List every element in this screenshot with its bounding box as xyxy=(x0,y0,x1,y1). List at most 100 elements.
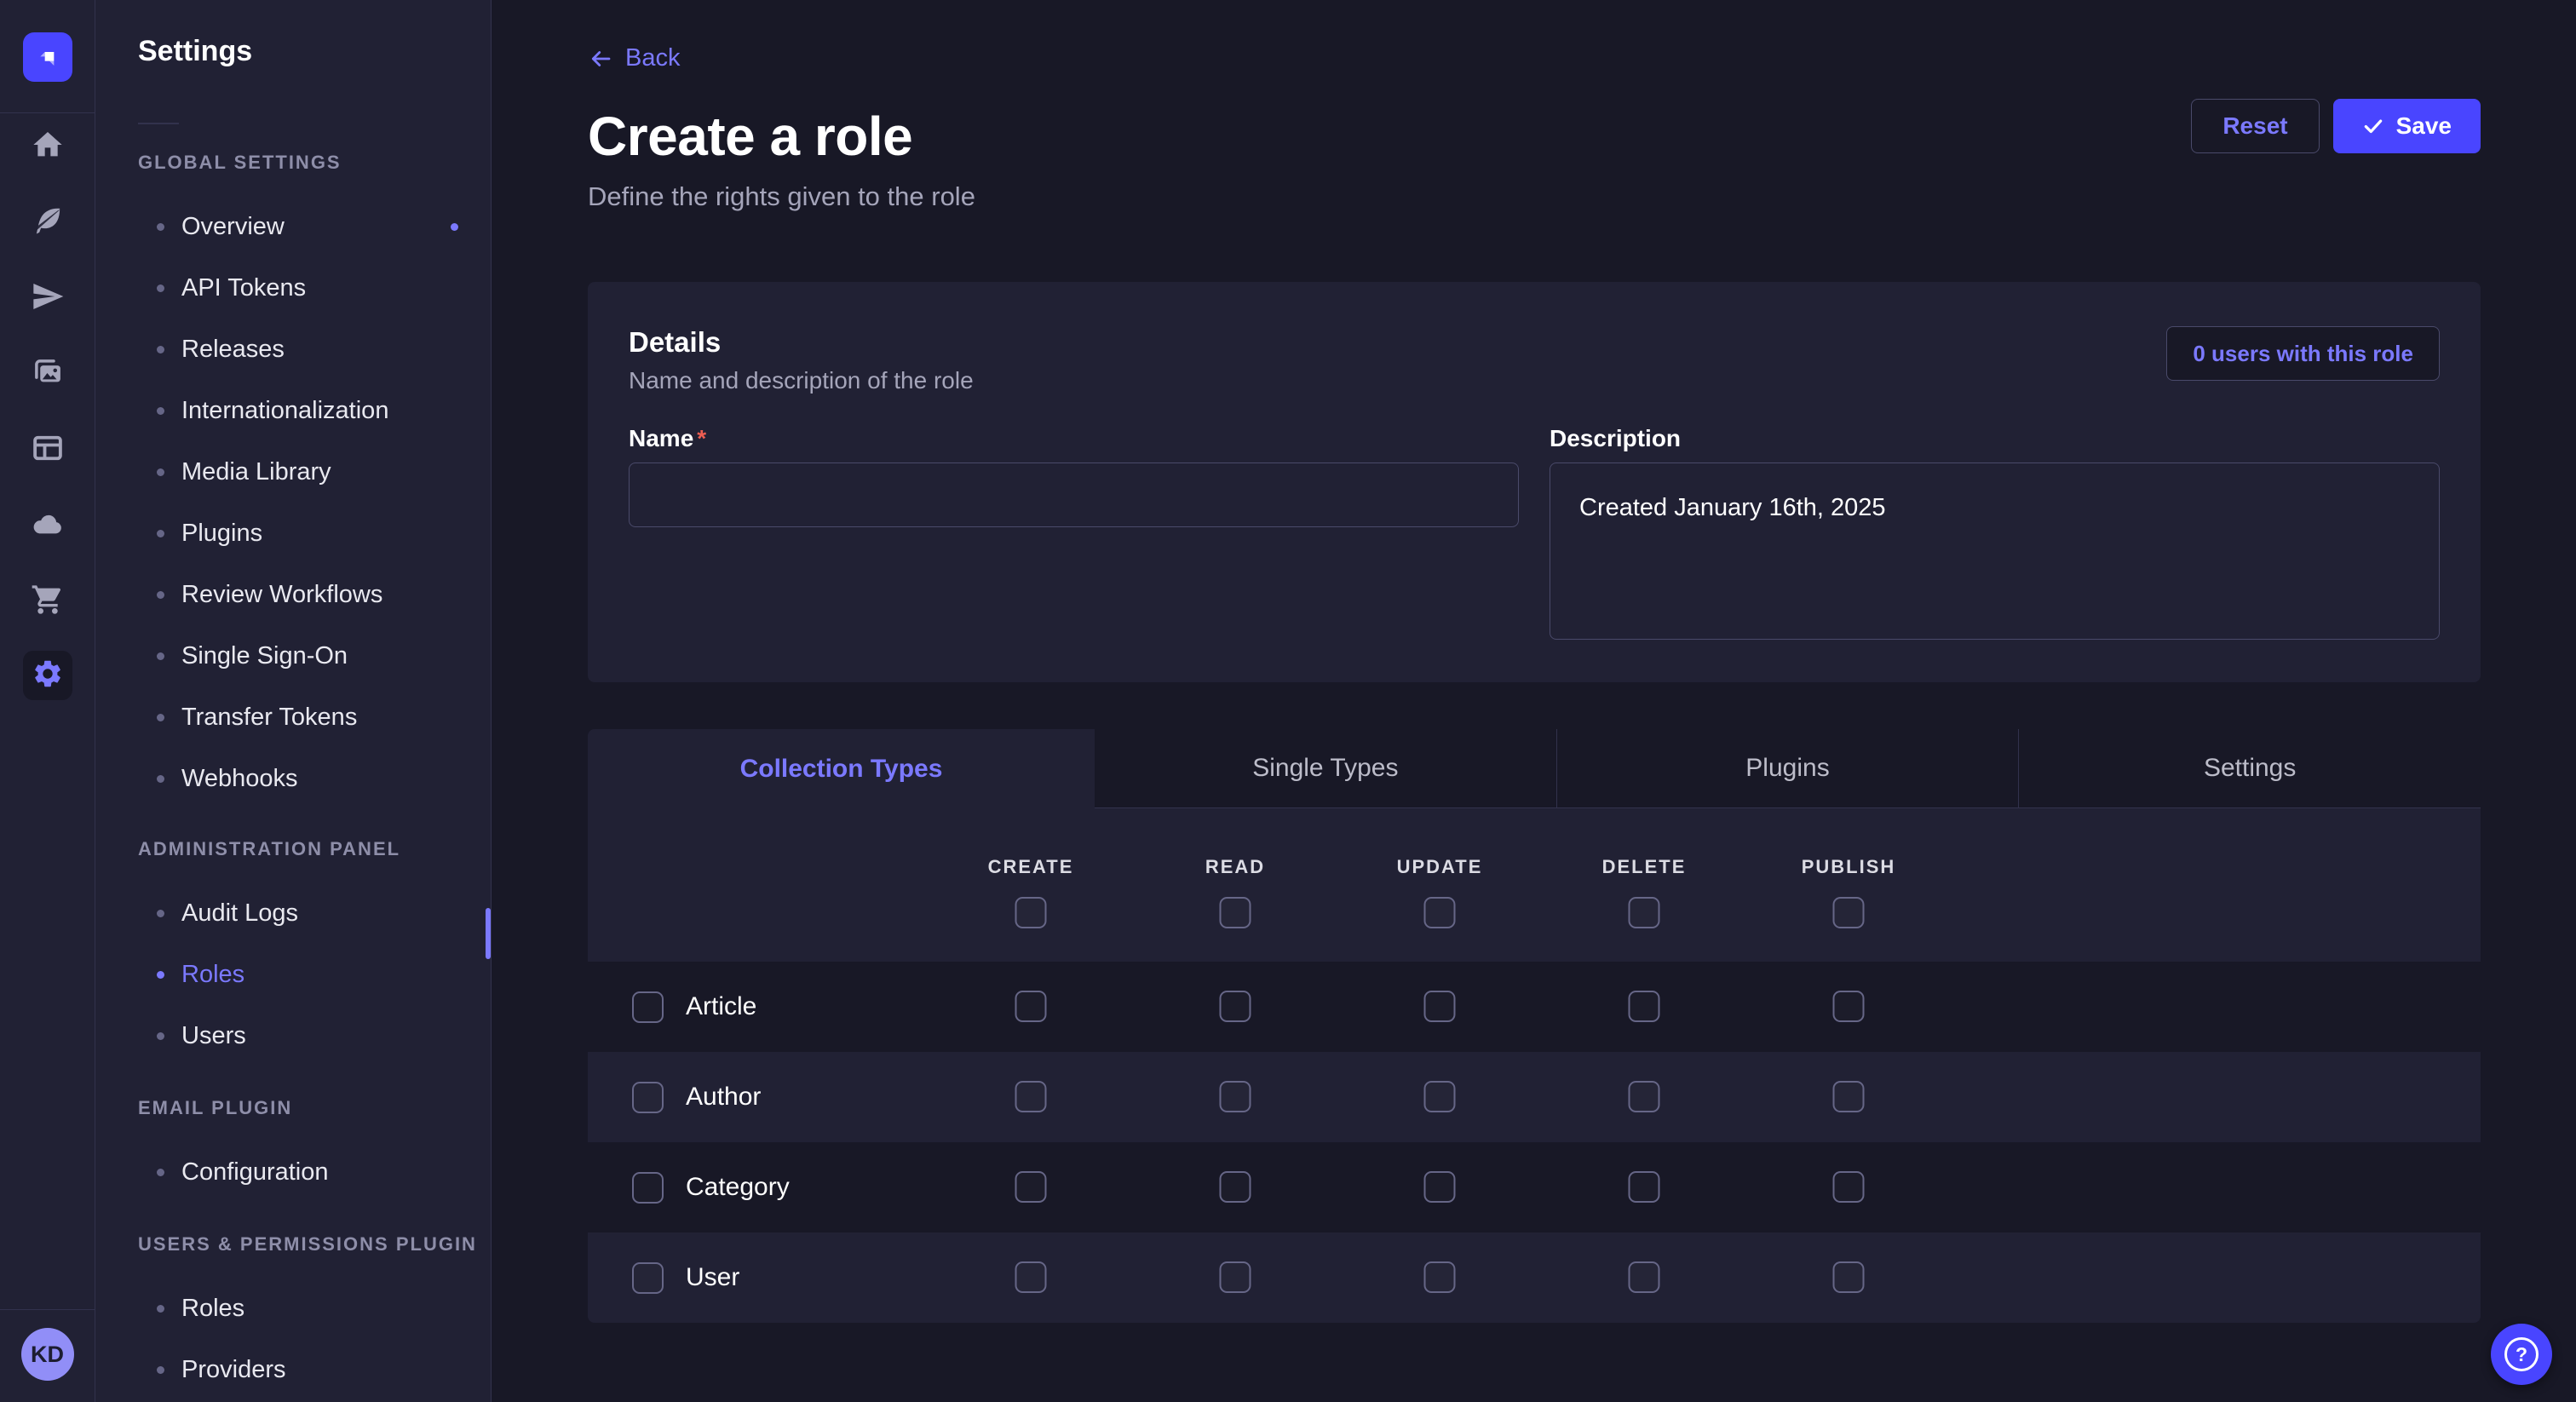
bullet-icon xyxy=(157,1169,164,1176)
author-read-checkbox[interactable] xyxy=(1220,1081,1251,1112)
name-input[interactable] xyxy=(629,463,1519,527)
sidebar-item-label: Overview xyxy=(181,213,285,241)
sidebar-item-transfer-tokens[interactable]: Transfer Tokens xyxy=(95,687,491,748)
sidebar-item-configuration[interactable]: Configuration xyxy=(95,1141,491,1203)
sidebar-item-api-tokens[interactable]: API Tokens xyxy=(95,257,491,319)
tab-plugins[interactable]: Plugins xyxy=(1556,729,2019,808)
user-delete-checkbox[interactable] xyxy=(1629,1261,1660,1293)
cloud-icon[interactable] xyxy=(30,506,66,542)
tab-settings[interactable]: Settings xyxy=(2018,729,2481,808)
marketplace-cart-icon[interactable] xyxy=(30,582,66,618)
bullet-icon xyxy=(157,971,164,979)
bullet-icon xyxy=(157,407,164,415)
user-publish-checkbox[interactable] xyxy=(1833,1261,1865,1293)
sidebar-item-releases[interactable]: Releases xyxy=(95,319,491,380)
select-all-create-checkbox[interactable] xyxy=(1015,897,1047,928)
sidebar-item-internationalization[interactable]: Internationalization xyxy=(95,380,491,441)
sidebar-item-webhooks[interactable]: Webhooks xyxy=(95,748,491,809)
bullet-icon xyxy=(157,1366,164,1374)
row-select-checkbox[interactable] xyxy=(632,991,664,1023)
main-content: Back Create a role Define the rights giv… xyxy=(492,0,2576,1402)
sidebar-item-label: Review Workflows xyxy=(181,581,382,609)
sidebar-item-overview[interactable]: Overview xyxy=(95,196,491,257)
table-row-user: User xyxy=(588,1232,2481,1323)
sidebar-item-label: Webhooks xyxy=(181,765,298,793)
row-select-checkbox[interactable] xyxy=(632,1172,664,1204)
section-header-administration-panel: ADMINISTRATION PANEL xyxy=(138,838,491,860)
article-read-checkbox[interactable] xyxy=(1220,991,1251,1022)
row-label: Author xyxy=(686,1083,761,1112)
sidebar-item-label: Releases xyxy=(181,336,285,364)
arrow-left-icon xyxy=(588,46,613,72)
column-header-delete: DELETE xyxy=(1602,856,1687,878)
row-label: User xyxy=(686,1263,739,1292)
tab-single-types[interactable]: Single Types xyxy=(1095,729,1556,808)
permissions-tabs: Collection Types Single Types Plugins Se… xyxy=(588,729,2481,808)
sidebar-item-roles-active[interactable]: Roles xyxy=(95,944,491,1005)
select-all-read-checkbox[interactable] xyxy=(1220,897,1251,928)
sidebar-item-audit-logs[interactable]: Audit Logs xyxy=(95,882,491,944)
users-with-role-badge[interactable]: 0 users with this role xyxy=(2166,326,2440,381)
back-link[interactable]: Back xyxy=(588,0,680,72)
row-label: Category xyxy=(686,1173,790,1202)
sidebar-item-single-sign-on[interactable]: Single Sign-On xyxy=(95,625,491,687)
user-read-checkbox[interactable] xyxy=(1220,1261,1251,1293)
bullet-icon xyxy=(157,223,164,231)
details-title: Details xyxy=(629,326,974,359)
author-update-checkbox[interactable] xyxy=(1424,1081,1456,1112)
user-create-checkbox[interactable] xyxy=(1015,1261,1047,1293)
select-all-delete-checkbox[interactable] xyxy=(1629,897,1660,928)
sidebar-item-label: Media Library xyxy=(181,458,331,486)
releases-send-icon[interactable] xyxy=(30,279,66,314)
sidebar-item-review-workflows[interactable]: Review Workflows xyxy=(95,564,491,625)
user-avatar[interactable]: KD xyxy=(21,1328,74,1381)
reset-button[interactable]: Reset xyxy=(2191,99,2319,153)
sidebar-item-users[interactable]: Users xyxy=(95,1005,491,1066)
bullet-icon xyxy=(157,284,164,292)
article-update-checkbox[interactable] xyxy=(1424,991,1456,1022)
description-textarea[interactable]: Created January 16th, 2025 xyxy=(1550,463,2440,640)
row-select-checkbox[interactable] xyxy=(632,1262,664,1294)
details-card: Details Name and description of the role… xyxy=(588,282,2481,682)
permissions-table-header: CREATE READ UPDATE DELETE PUBLISH xyxy=(588,808,2481,962)
article-publish-checkbox[interactable] xyxy=(1833,991,1865,1022)
sidebar-item-label: Transfer Tokens xyxy=(181,704,357,732)
strapi-logo[interactable] xyxy=(23,32,72,82)
author-create-checkbox[interactable] xyxy=(1015,1081,1047,1112)
sidebar-scrollbar-thumb[interactable] xyxy=(486,908,491,959)
user-update-checkbox[interactable] xyxy=(1424,1261,1456,1293)
sidebar-item-providers[interactable]: Providers xyxy=(95,1339,491,1400)
author-publish-checkbox[interactable] xyxy=(1833,1081,1865,1112)
select-all-update-checkbox[interactable] xyxy=(1424,897,1456,928)
section-header-users-permissions-plugin: USERS & PERMISSIONS PLUGIN xyxy=(138,1233,491,1255)
column-header-create: CREATE xyxy=(988,856,1074,878)
save-button[interactable]: Save xyxy=(2333,99,2481,153)
sidebar-item-label: Single Sign-On xyxy=(181,642,348,670)
category-read-checkbox[interactable] xyxy=(1220,1171,1251,1203)
article-create-checkbox[interactable] xyxy=(1015,991,1047,1022)
select-all-publish-checkbox[interactable] xyxy=(1833,897,1865,928)
category-create-checkbox[interactable] xyxy=(1015,1171,1047,1203)
section-header-email-plugin: EMAIL PLUGIN xyxy=(138,1097,491,1119)
home-icon[interactable] xyxy=(30,127,66,163)
media-library-icon[interactable] xyxy=(30,354,66,390)
category-update-checkbox[interactable] xyxy=(1424,1171,1456,1203)
row-select-checkbox[interactable] xyxy=(632,1082,664,1113)
settings-nav-item[interactable] xyxy=(23,651,72,700)
help-button[interactable]: ? xyxy=(2491,1324,2552,1385)
author-delete-checkbox[interactable] xyxy=(1629,1081,1660,1112)
sidebar-item-label: Internationalization xyxy=(181,397,388,425)
sidebar-title: Settings xyxy=(138,34,491,68)
content-type-builder-icon[interactable] xyxy=(30,430,66,466)
bullet-icon xyxy=(157,1032,164,1040)
sidebar-item-media-library[interactable]: Media Library xyxy=(95,441,491,503)
sidebar-item-up-roles[interactable]: Roles xyxy=(95,1278,491,1339)
category-delete-checkbox[interactable] xyxy=(1629,1171,1660,1203)
article-delete-checkbox[interactable] xyxy=(1629,991,1660,1022)
content-manager-icon[interactable] xyxy=(30,203,66,238)
tab-collection-types[interactable]: Collection Types xyxy=(588,729,1095,808)
sidebar-item-label: Providers xyxy=(181,1356,286,1384)
save-label: Save xyxy=(2396,112,2452,140)
sidebar-item-plugins[interactable]: Plugins xyxy=(95,503,491,564)
category-publish-checkbox[interactable] xyxy=(1833,1171,1865,1203)
